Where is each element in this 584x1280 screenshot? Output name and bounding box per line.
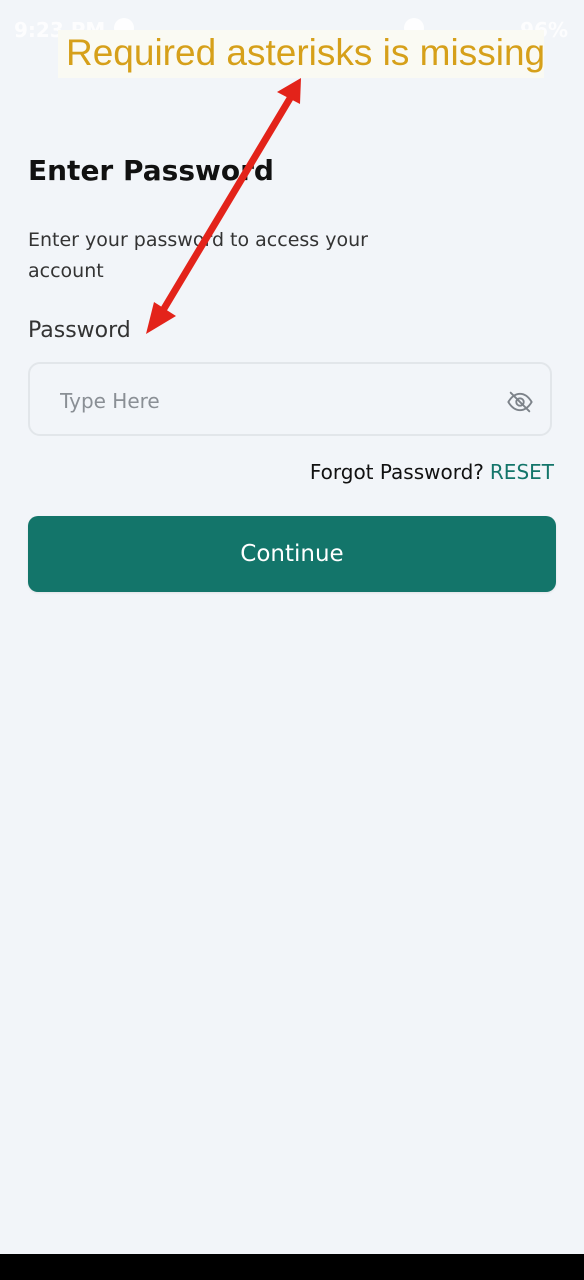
password-input[interactable] xyxy=(58,382,482,420)
page-title: Enter Password xyxy=(28,154,274,187)
annotation-text: Required asterisks is missing xyxy=(66,32,546,73)
forgot-password-row: Forgot Password? RESET xyxy=(310,460,554,484)
eye-off-icon[interactable] xyxy=(506,388,534,416)
reset-link[interactable]: RESET xyxy=(490,460,554,484)
continue-button[interactable]: Continue xyxy=(28,516,556,592)
password-field[interactable] xyxy=(28,362,552,436)
forgot-password-text: Forgot Password? xyxy=(309,460,484,484)
page-subtitle: Enter your password to access your accou… xyxy=(28,229,368,282)
password-label: Password xyxy=(28,318,131,343)
navigation-bar xyxy=(0,1254,584,1280)
